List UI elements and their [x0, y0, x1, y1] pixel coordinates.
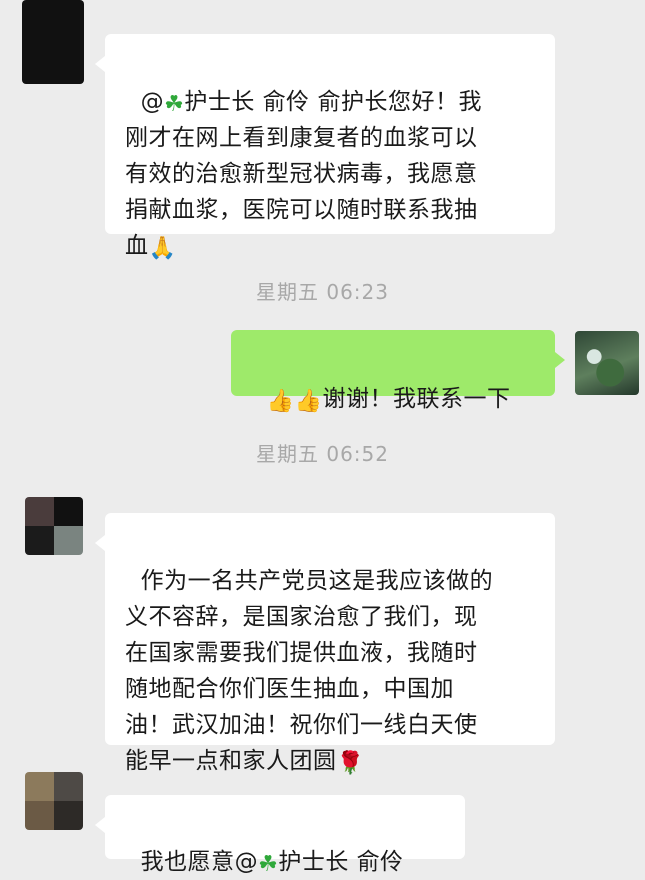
message-text-3: 作为一名共产党员这是我应该做的 义不容辞，是国家治愈了我们，现 在国家需要我们提…: [125, 568, 494, 774]
four-leaf-clover-icon: ☘: [164, 92, 185, 117]
message-text-2: 谢谢！我联系一下: [322, 386, 511, 412]
self-avatar[interactable]: [575, 331, 639, 395]
timestamp-1: 星期五 06:23: [256, 280, 389, 304]
four-leaf-clover-icon: ☘: [258, 852, 279, 877]
message-bubble-incoming-1[interactable]: @☘护士长 俞伶 俞护长您好！我 刚才在网上看到康复者的血浆可以 有效的治愈新型…: [95, 34, 555, 260]
thumbs-up-icon: 👍: [294, 389, 323, 414]
sender-avatar-1[interactable]: [22, 0, 84, 84]
sender-avatar-3[interactable]: [25, 772, 83, 830]
message-text-4-before: 我也愿意@: [140, 849, 259, 875]
thumbs-up-icon: 👍: [266, 389, 295, 414]
message-bubble-outgoing-1[interactable]: 👍👍谢谢！我联系一下: [231, 330, 565, 413]
sender-avatar-2[interactable]: [25, 497, 83, 555]
message-text-4-after: 护士长 俞伶: [278, 849, 404, 875]
mention-at: @: [140, 89, 165, 115]
message-bubble-incoming-3[interactable]: 我也愿意@☘护士长 俞伶: [95, 795, 465, 876]
rose-icon: 🌹: [336, 751, 365, 776]
timestamp-2: 星期五 06:52: [256, 442, 389, 466]
folded-hands-icon: 🙏: [148, 236, 177, 261]
message-bubble-incoming-2[interactable]: 作为一名共产党员这是我应该做的 义不容辞，是国家治愈了我们，现 在国家需要我们提…: [95, 513, 555, 775]
